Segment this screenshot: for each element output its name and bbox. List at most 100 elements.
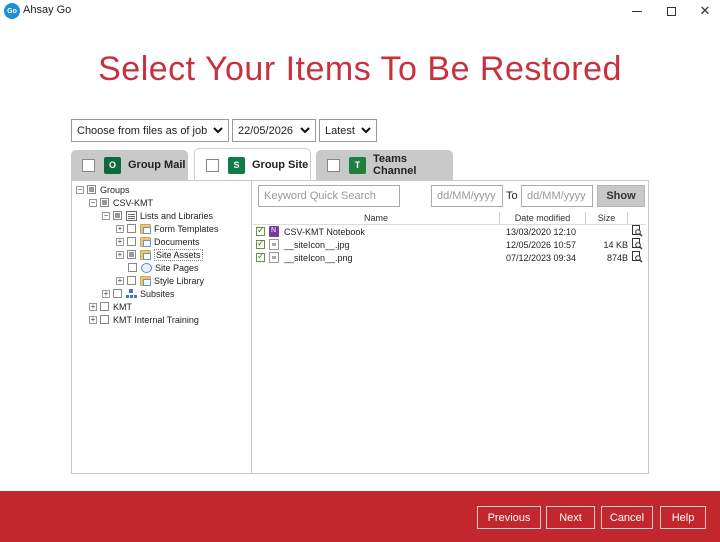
expand-icon[interactable]: + <box>116 237 124 246</box>
tree-checkbox[interactable] <box>113 211 122 220</box>
column-header-name[interactable]: Name <box>253 212 500 224</box>
preview-icon[interactable] <box>632 251 643 263</box>
file-name: __siteIcon__.jpg <box>284 239 350 250</box>
table-row[interactable]: __siteIcon__.png 07/12/2023 09:34 874B <box>253 251 646 264</box>
subsites-icon <box>126 288 137 299</box>
tree-node-label: Subsites <box>140 288 175 299</box>
title-bar: Go Ahsay Go ✕ <box>0 0 720 22</box>
tree-pane: − Groups − CSV-KMT − Lists and Libraries… <box>72 181 252 473</box>
collapse-icon[interactable]: − <box>89 198 97 207</box>
tree-node-subsites[interactable]: + Subsites <box>102 287 175 300</box>
preview-icon[interactable] <box>632 225 643 237</box>
tab-group-site[interactable]: S Group Site <box>194 148 311 181</box>
tree-checkbox[interactable] <box>100 302 109 311</box>
tree-node-label: Form Templates <box>154 223 219 234</box>
tree-node-label: Documents <box>154 236 200 247</box>
tree-node-documents[interactable]: + Documents <box>116 235 200 248</box>
sharepoint-icon: S <box>228 156 245 174</box>
tab-teams-channel[interactable]: T Teams Channel <box>316 150 453 180</box>
file-date: 07/12/2023 09:34 <box>506 252 577 263</box>
table-row[interactable]: __siteIcon__.jpg 12/05/2026 10:57 14 KB <box>253 238 646 251</box>
tab-group-mail[interactable]: O Group Mail <box>71 150 188 180</box>
library-folder-icon <box>140 236 151 247</box>
row-checkbox[interactable] <box>256 251 265 262</box>
file-name: __siteIcon__.png <box>284 252 353 263</box>
tree-node-groups[interactable]: − Groups <box>76 183 130 196</box>
tree-node-kmt-internal-training[interactable]: + KMT Internal Training <box>89 313 199 326</box>
tree-node-lists-libraries[interactable]: − Lists and Libraries <box>102 209 213 222</box>
preview-icon[interactable] <box>632 238 643 250</box>
expand-icon[interactable]: + <box>116 224 124 233</box>
file-size: 14 KB <box>603 239 628 250</box>
tree-node-site-assets[interactable]: + Site Assets <box>116 248 203 261</box>
column-header-date[interactable]: Date modified <box>500 212 586 224</box>
previous-button[interactable]: Previous <box>477 506 541 529</box>
keyword-search-input[interactable]: Keyword Quick Search <box>258 185 400 207</box>
ahsay-logo-icon: Go <box>4 3 20 19</box>
restore-panel: − Groups − CSV-KMT − Lists and Libraries… <box>71 180 649 474</box>
table-row[interactable]: CSV-KMT Notebook 13/03/2020 12:10 <box>253 225 646 238</box>
tab-group-mail-checkbox[interactable] <box>82 158 95 172</box>
column-header-size[interactable]: Size <box>586 212 628 224</box>
maximize-icon <box>666 6 676 16</box>
tree-node-form-templates[interactable]: + Form Templates <box>116 222 218 235</box>
date-from-input[interactable]: dd/MM/yyyy <box>431 185 503 207</box>
close-button[interactable]: ✕ <box>688 0 720 22</box>
job-date-value: 22/05/2026 <box>238 124 294 137</box>
outlook-icon: O <box>104 156 121 174</box>
tree-node-label: Site Pages <box>155 262 199 273</box>
next-button[interactable]: Next <box>546 506 595 529</box>
minimize-icon <box>632 10 642 12</box>
file-date: 13/03/2020 12:10 <box>506 226 577 237</box>
tree-checkbox[interactable] <box>100 315 109 324</box>
tree-checkbox[interactable] <box>100 198 109 207</box>
page-title: Select Your Items To Be Restored <box>98 50 622 88</box>
window-title: Ahsay Go <box>23 4 72 16</box>
tree-checkbox[interactable] <box>127 276 136 285</box>
expand-icon[interactable]: + <box>102 289 110 298</box>
row-checkbox[interactable] <box>256 225 265 236</box>
tab-group-site-checkbox[interactable] <box>206 158 219 172</box>
minimize-button[interactable] <box>620 0 654 22</box>
tree-node-label: Groups <box>100 184 130 195</box>
job-mode-select[interactable]: Choose from files as of job <box>71 119 229 142</box>
image-file-icon <box>269 239 279 250</box>
tab-teams-channel-label: Teams Channel <box>373 153 417 177</box>
tab-group-mail-label: Group Mail <box>128 159 186 171</box>
date-to-input[interactable]: dd/MM/yyyy <box>521 185 593 207</box>
library-folder-icon <box>140 223 151 234</box>
tree-checkbox[interactable] <box>127 224 136 233</box>
image-file-icon <box>269 252 279 263</box>
show-button[interactable]: Show <box>597 185 645 207</box>
tree-node-style-library[interactable]: + Style Library <box>116 274 204 287</box>
maximize-button[interactable] <box>654 0 688 22</box>
tab-teams-channel-checkbox[interactable] <box>327 158 340 172</box>
row-checkbox[interactable] <box>256 238 265 249</box>
list-icon <box>126 210 137 221</box>
library-folder-icon <box>140 275 151 286</box>
tree-node-csv-kmt[interactable]: − CSV-KMT <box>89 196 153 209</box>
tree-checkbox[interactable] <box>87 185 96 194</box>
expand-icon[interactable]: + <box>89 315 97 324</box>
cancel-button[interactable]: Cancel <box>601 506 653 529</box>
tree-node-kmt[interactable]: + KMT <box>89 300 132 313</box>
expand-icon[interactable]: + <box>89 302 97 311</box>
column-header-preview <box>628 212 646 224</box>
expand-icon[interactable]: + <box>116 250 124 259</box>
expand-icon[interactable]: + <box>116 276 124 285</box>
collapse-icon[interactable]: − <box>102 211 110 220</box>
tree-checkbox[interactable] <box>127 237 136 246</box>
collapse-icon[interactable]: − <box>76 185 84 194</box>
version-select[interactable]: Latest <box>319 119 377 142</box>
tree-checkbox[interactable] <box>127 250 136 259</box>
chevron-down-icon <box>300 127 310 134</box>
tree-node-label: Site Assets <box>154 248 203 261</box>
job-mode-value: Choose from files as of job <box>77 124 208 137</box>
tree-node-label: Style Library <box>154 275 205 286</box>
tree-checkbox[interactable] <box>113 289 122 298</box>
job-date-select[interactable]: 22/05/2026 <box>232 119 316 142</box>
tree-checkbox[interactable] <box>128 263 137 272</box>
help-button[interactable]: Help <box>660 506 706 529</box>
tree-node-site-pages[interactable]: Site Pages <box>128 261 199 274</box>
version-value: Latest <box>325 124 355 137</box>
